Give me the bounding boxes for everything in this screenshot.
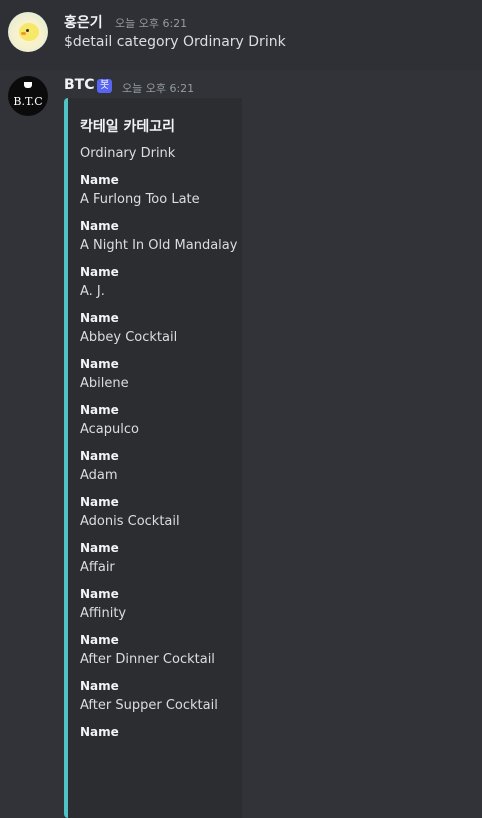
field-value: Acapulco bbox=[80, 422, 139, 437]
field-name: Name bbox=[80, 265, 119, 279]
field-name: Name bbox=[80, 311, 119, 325]
field-value: After Supper Cocktail bbox=[80, 698, 218, 713]
field-name: Name bbox=[80, 633, 119, 647]
embed-field: Name A Night In Old Mandalay bbox=[80, 218, 237, 258]
embed-field: Name A. J. bbox=[80, 264, 119, 304]
message-user: 홍은기 오늘 오후 6:21 $detail category Ordinary… bbox=[0, 0, 482, 70]
message-timestamp: 오늘 오후 6:21 bbox=[115, 17, 188, 30]
avatar-logo-text: B.T.C bbox=[13, 94, 43, 108]
field-value: Affair bbox=[80, 560, 115, 575]
chick-eye bbox=[26, 29, 29, 32]
bot-avatar[interactable]: B.T.C bbox=[8, 76, 48, 116]
user-avatar[interactable] bbox=[8, 12, 48, 52]
embed-field: Name bbox=[80, 724, 119, 740]
field-value: A Night In Old Mandalay bbox=[80, 238, 238, 253]
embed-field: Name After Dinner Cocktail bbox=[80, 632, 215, 672]
field-name: Name bbox=[80, 357, 119, 371]
embed-description: Ordinary Drink bbox=[80, 146, 176, 161]
field-value: Adonis Cocktail bbox=[80, 514, 180, 529]
embed-field: Name Abilene bbox=[80, 356, 129, 396]
field-value: Abilene bbox=[80, 376, 129, 391]
embed-field: Name Adam bbox=[80, 448, 119, 488]
field-name: Name bbox=[80, 541, 119, 555]
field-value: Abbey Cocktail bbox=[80, 330, 178, 345]
author-name[interactable]: BTC bbox=[64, 77, 95, 93]
embed-field: Name Acapulco bbox=[80, 402, 139, 442]
field-name: Name bbox=[80, 449, 119, 463]
field-value: Adam bbox=[80, 468, 118, 483]
embed-field: Name A Furlong Too Late bbox=[80, 172, 200, 212]
message-text: $detail category Ordinary Drink bbox=[64, 34, 286, 50]
field-value: A Furlong Too Late bbox=[80, 192, 200, 207]
field-name: Name bbox=[80, 495, 119, 509]
embed-card: 칵테일 카테고리 Ordinary Drink Name A Furlong T… bbox=[64, 98, 242, 818]
embed-field: Name Affair bbox=[80, 540, 119, 580]
cup-icon bbox=[24, 82, 32, 88]
embed-title: 칵테일 카테고리 bbox=[80, 119, 176, 135]
author-name[interactable]: 홍은기 bbox=[64, 12, 103, 32]
chick-beak bbox=[21, 32, 26, 35]
field-name: Name bbox=[80, 173, 119, 187]
field-name: Name bbox=[80, 679, 119, 693]
embed-field: Name After Supper Cocktail bbox=[80, 678, 218, 718]
bot-badge: 봇 bbox=[97, 79, 113, 93]
field-name: Name bbox=[80, 403, 119, 417]
embed-field: Name Affinity bbox=[80, 586, 126, 626]
field-value: Affinity bbox=[80, 606, 127, 621]
embed-field: Name Abbey Cocktail bbox=[80, 310, 177, 350]
message-timestamp: 오늘 오후 6:21 bbox=[122, 82, 195, 95]
field-name: Name bbox=[80, 725, 119, 739]
field-value: A. J. bbox=[80, 284, 105, 299]
field-name: Name bbox=[80, 219, 119, 233]
field-name: Name bbox=[80, 587, 119, 601]
field-value: After Dinner Cocktail bbox=[80, 652, 215, 667]
embed-field: Name Adonis Cocktail bbox=[80, 494, 180, 534]
